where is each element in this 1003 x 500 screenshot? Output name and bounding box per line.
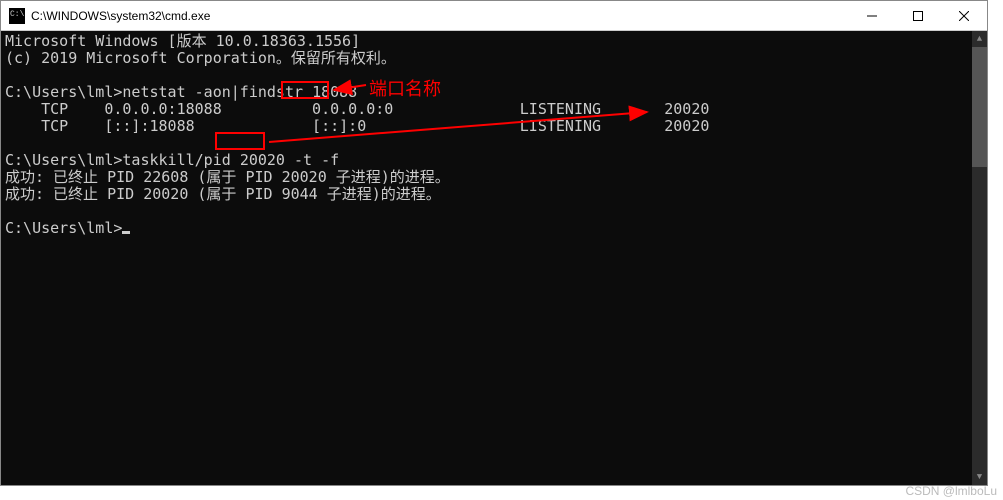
prompt: C:\Users\lml> <box>5 219 122 237</box>
scroll-up-icon[interactable]: ▲ <box>972 31 987 47</box>
maximize-button[interactable] <box>895 1 941 30</box>
command-text: taskkill/pid <box>122 151 239 169</box>
output-line: (c) 2019 Microsoft Corporation。保留所有权利。 <box>5 49 396 67</box>
prompt: C:\Users\lml> <box>5 151 122 169</box>
terminal-output[interactable]: Microsoft Windows [版本 10.0.18363.1556] (… <box>1 31 987 485</box>
command-text: netstat -aon|findstr <box>122 83 312 101</box>
titlebar[interactable]: C:\WINDOWS\system32\cmd.exe <box>1 1 987 31</box>
cmd-icon <box>9 8 25 24</box>
cmd-window: C:\WINDOWS\system32\cmd.exe Microsoft Wi… <box>0 0 988 486</box>
close-button[interactable] <box>941 1 987 30</box>
vertical-scrollbar[interactable]: ▲ ▼ <box>972 31 987 485</box>
output-line: Microsoft Windows [版本 10.0.18363.1556] <box>5 32 360 50</box>
watermark: CSDN @lmlboLu <box>905 484 997 498</box>
cursor-icon <box>122 231 130 234</box>
minimize-button[interactable] <box>849 1 895 30</box>
output-line: TCP 0.0.0.0:18088 0.0.0.0:0 LISTENING 20… <box>5 100 709 118</box>
scroll-thumb[interactable] <box>972 47 987 167</box>
scroll-down-icon[interactable]: ▼ <box>972 469 987 485</box>
command-text: -t -f <box>285 151 339 169</box>
output-line: TCP [::]:18088 [::]:0 LISTENING 20020 <box>5 117 709 135</box>
output-line: 成功: 已终止 PID 22608 (属于 PID 20020 子进程)的进程。 <box>5 168 450 186</box>
prompt: C:\Users\lml> <box>5 83 122 101</box>
highlighted-pid: 20020 <box>240 151 285 169</box>
highlighted-port: 18088 <box>312 83 357 101</box>
window-controls <box>849 1 987 30</box>
output-line: 成功: 已终止 PID 20020 (属于 PID 9044 子进程)的进程。 <box>5 185 441 203</box>
window-title: C:\WINDOWS\system32\cmd.exe <box>31 9 849 23</box>
